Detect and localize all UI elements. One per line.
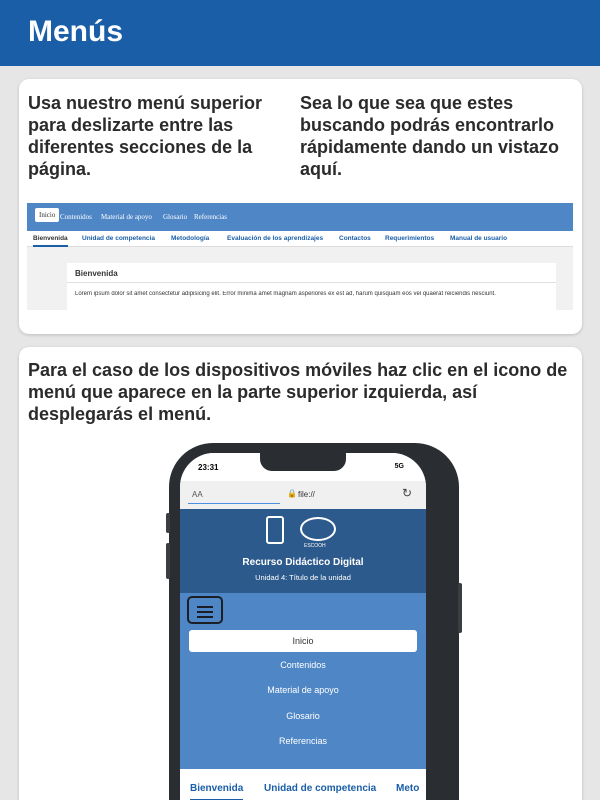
desk-tab-evaluacion: Evaluación de los aprendizajes xyxy=(227,235,324,242)
desktop-top-nav: Inicio Contenidos Material de apoyo Glos… xyxy=(27,203,573,231)
desktop-screenshot: Inicio Contenidos Material de apoyo Glos… xyxy=(27,203,573,310)
desk-tab-manual: Manual de usuario xyxy=(450,235,508,242)
desktop-welcome-box: Bienvenida Lorem ipsum dolor sit amet co… xyxy=(67,263,556,310)
lock-icon: 🔒 xyxy=(287,489,297,498)
hamburger-menu-icon xyxy=(187,596,223,624)
reload-icon: ↻ xyxy=(401,486,412,500)
mobile-tab-meto: Meto xyxy=(396,783,420,794)
desk-nav-referencias: Referencias xyxy=(194,213,228,221)
desktop-tabs: Bienvenida Unidad de competencia Metodol… xyxy=(27,231,573,247)
institution-logo-icon xyxy=(266,516,284,544)
desk-nav-glosario: Glosario xyxy=(163,213,188,221)
page-title: Menús xyxy=(28,15,124,48)
desk-tab-bienvenida: Bienvenida xyxy=(33,235,68,247)
status-signal: 5G xyxy=(394,463,404,470)
desk-tab-metodologia: Metodología xyxy=(171,235,210,242)
menu-item-inicio: Inicio xyxy=(189,630,417,652)
site-header: ESCOOH Recurso Didáctico Digital Unidad … xyxy=(180,509,426,593)
logo-text: ESCOOH xyxy=(304,543,326,549)
mobile-nav-menu: Inicio Contenidos Material de apoyo Glos… xyxy=(180,593,426,769)
desk-tab-unidad: Unidad de competencia xyxy=(82,235,155,242)
page-header: Menús xyxy=(0,0,600,66)
status-time: 23:31 xyxy=(198,463,219,472)
phone-side-button xyxy=(166,543,170,579)
desk-tab-contactos: Contactos xyxy=(339,235,371,242)
mobile-instructions-text: Para el caso de los dispositivos móviles… xyxy=(28,360,568,424)
desk-box-title: Bienvenida xyxy=(75,269,118,278)
desktop-menu-card: Usa nuestro menú superior para deslizart… xyxy=(19,79,582,334)
browser-url-bar: AA 🔒 file:// ↻ xyxy=(180,481,426,509)
menu-item-contenidos: Contenidos xyxy=(280,660,326,670)
mobile-tab-bienvenida: Bienvenida xyxy=(190,783,244,800)
desktop-intro-text: Usa nuestro menú superior para deslizart… xyxy=(28,93,263,179)
desk-tab-requerimientos: Requerimientos xyxy=(385,235,435,242)
desk-nav-inicio: Inicio xyxy=(35,208,60,222)
site-title: Recurso Didáctico Digital xyxy=(242,557,364,568)
url-text: file:// xyxy=(298,490,315,499)
desk-box-divider xyxy=(67,282,556,283)
text-size-button: AA xyxy=(192,490,203,499)
phone-notch xyxy=(260,453,346,471)
mobile-menu-card: Para el caso de los dispositivos móviles… xyxy=(19,347,582,800)
menu-item-material: Material de apoyo xyxy=(267,685,339,695)
desktop-secondary-text: Sea lo que sea que estes buscando podrás… xyxy=(300,93,560,179)
phone-mockup: 23:31 5G AA 🔒 file:// ↻ ESCOOH Recurso D… xyxy=(166,443,462,800)
desk-nav-contenidos: Contenidos xyxy=(60,213,92,221)
url-bar-underline xyxy=(188,503,280,504)
desk-box-text: Lorem ipsum dolor sit amet consectetur a… xyxy=(75,291,496,297)
menu-item-glosario: Glosario xyxy=(286,711,320,721)
phone-side-button xyxy=(458,583,462,633)
mobile-tab-unidad: Unidad de competencia xyxy=(264,783,377,794)
phone-screen: 23:31 5G AA 🔒 file:// ↻ ESCOOH Recurso D… xyxy=(180,453,426,800)
mobile-tabs: Bienvenida Unidad de competencia Meto xyxy=(180,769,426,800)
menu-item-referencias: Referencias xyxy=(278,736,328,746)
site-subtitle: Unidad 4: Título de la unidad xyxy=(255,573,351,582)
desk-nav-material: Material de apoyo xyxy=(101,213,152,221)
phone-side-button xyxy=(166,513,170,533)
eye-logo-icon xyxy=(300,517,336,541)
